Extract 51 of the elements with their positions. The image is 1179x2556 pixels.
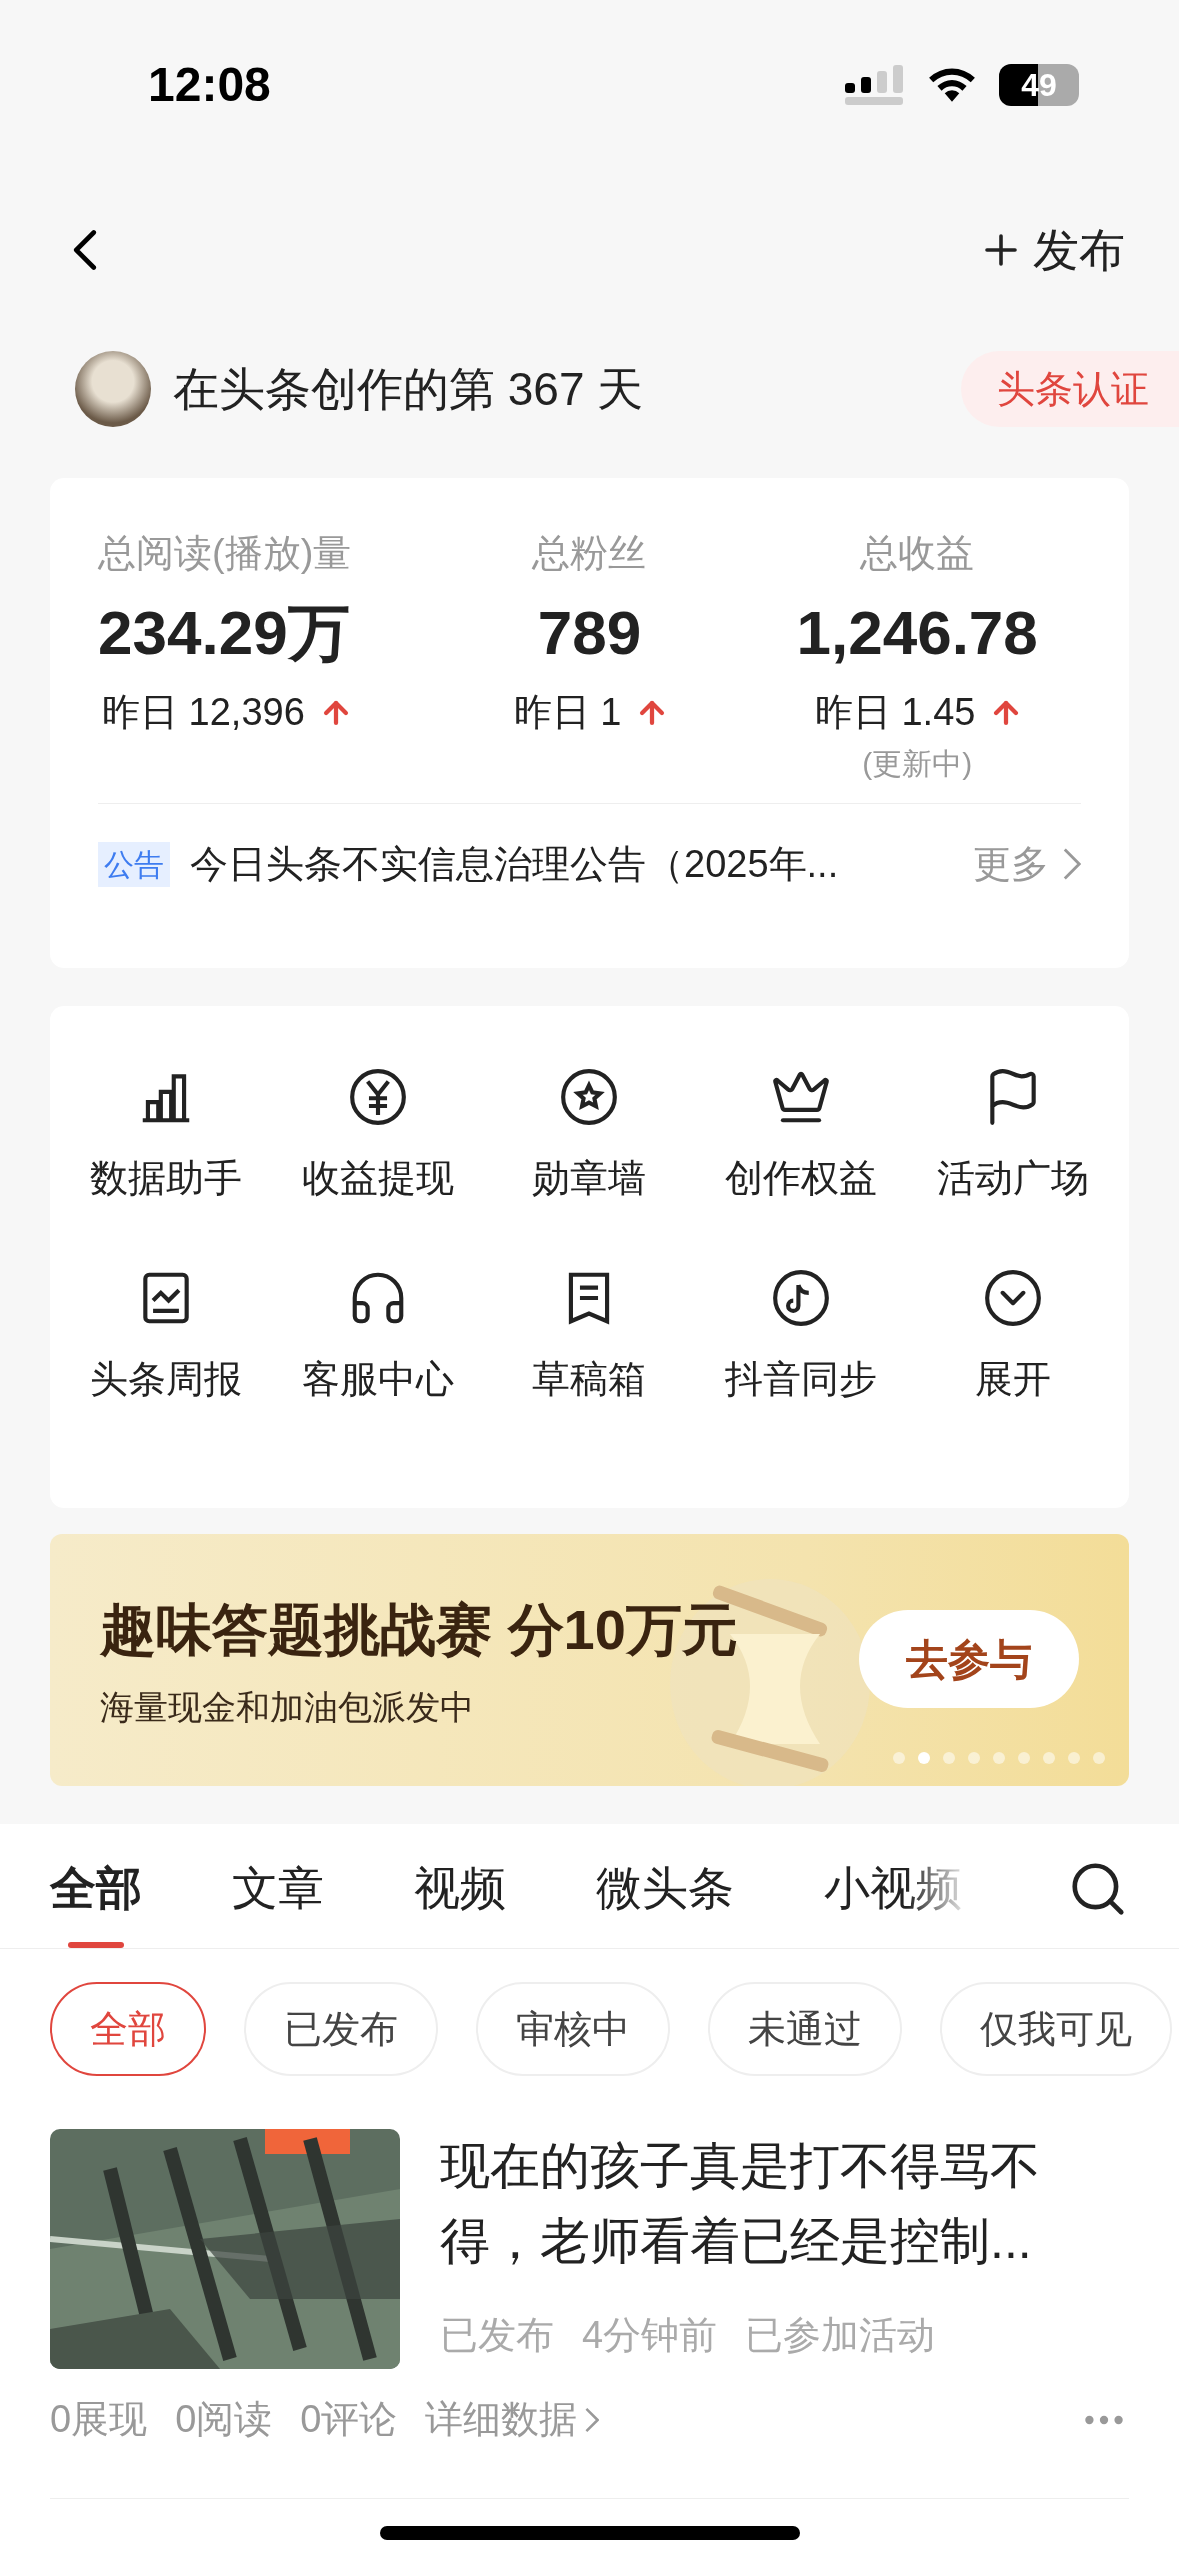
article-status: 已发布 — [440, 2313, 554, 2358]
stat-label: 总粉丝 — [532, 531, 647, 576]
stat-value: 234.29万 — [98, 598, 350, 668]
tool-item[interactable]: 草稿箱 — [483, 1267, 696, 1408]
verification-badge[interactable]: 头条认证 — [961, 351, 1179, 427]
banner-title: 趣味答题挑战赛 分10万元 — [100, 1596, 738, 1663]
article-stat: 0评论 — [300, 2397, 398, 2442]
article-stat: 0展现 — [50, 2397, 148, 2442]
notice-tag: 公告 — [98, 841, 170, 887]
yesterday-stat: 昨日 1 — [513, 690, 622, 735]
tool-item[interactable]: 客服中心 — [271, 1267, 484, 1408]
stat-value: 1,246.78 — [796, 598, 1038, 668]
chevron-right-icon — [1063, 847, 1081, 881]
article-activity: 已参加活动 — [745, 2313, 936, 2358]
filter-chip[interactable]: 全部 — [50, 1982, 206, 2076]
content-tab[interactable]: 微头条 — [596, 1828, 734, 1948]
join-button[interactable]: 去参与 — [859, 1610, 1079, 1708]
article-title[interactable]: 现在的孩子真是打不得骂不得，老师看着已经是控制... — [440, 2129, 1129, 2279]
filter-chip[interactable]: 审核中 — [476, 1982, 670, 2076]
tab-underline — [68, 1942, 124, 1948]
tool-item[interactable]: 活动广场 — [907, 1066, 1119, 1207]
stat-label: 总阅读(播放)量 — [98, 531, 352, 576]
creation-days-text: 在头条创作的第 367 天 — [173, 361, 644, 417]
filter-chip[interactable]: 仅我可见 — [940, 1982, 1172, 2076]
yesterday-stat: 昨日 1.45 — [814, 690, 976, 735]
tool-item[interactable]: 勋章墙 — [483, 1066, 696, 1207]
tool-item[interactable]: 数据助手 — [60, 1066, 272, 1207]
content-tab[interactable]: 视频 — [414, 1828, 506, 1948]
wifi-icon — [927, 66, 977, 104]
tool-item[interactable]: 抖音同步 — [695, 1267, 908, 1408]
tool-item[interactable]: 展开 — [907, 1267, 1119, 1408]
notice-text[interactable]: 今日头条不实信息治理公告（2025年... — [190, 835, 839, 893]
tool-item[interactable]: 头条周报 — [60, 1267, 272, 1408]
stat-label: 总收益 — [860, 531, 975, 576]
tool-item[interactable]: 收益提现 — [271, 1066, 484, 1207]
filter-chip[interactable]: 已发布 — [244, 1982, 438, 2076]
signal-icon — [845, 65, 905, 105]
banner-subtitle: 海量现金和加油包派发中 — [100, 1686, 475, 1728]
filter-chip[interactable]: 未通过 — [708, 1982, 902, 2076]
content-tab[interactable]: 全部 — [50, 1828, 142, 1948]
content-tab[interactable]: 文章 — [232, 1828, 324, 1948]
status-time: 12:08 — [148, 57, 271, 113]
updating-note: (更新中) — [862, 746, 973, 782]
yesterday-stat: 昨日 12,396 — [102, 690, 305, 735]
article-stat: 0阅读 — [175, 2397, 273, 2442]
promo-banner[interactable]: 趣味答题挑战赛 分10万元 海量现金和加油包派发中 去参与 — [50, 1534, 1129, 1786]
article-time: 4分钟前 — [582, 2313, 718, 2358]
chevron-right-icon — [585, 2406, 600, 2433]
publish-button[interactable]: 发布 — [977, 215, 1125, 285]
tool-item[interactable]: 创作权益 — [695, 1066, 908, 1207]
stat-value: 789 — [537, 598, 642, 668]
